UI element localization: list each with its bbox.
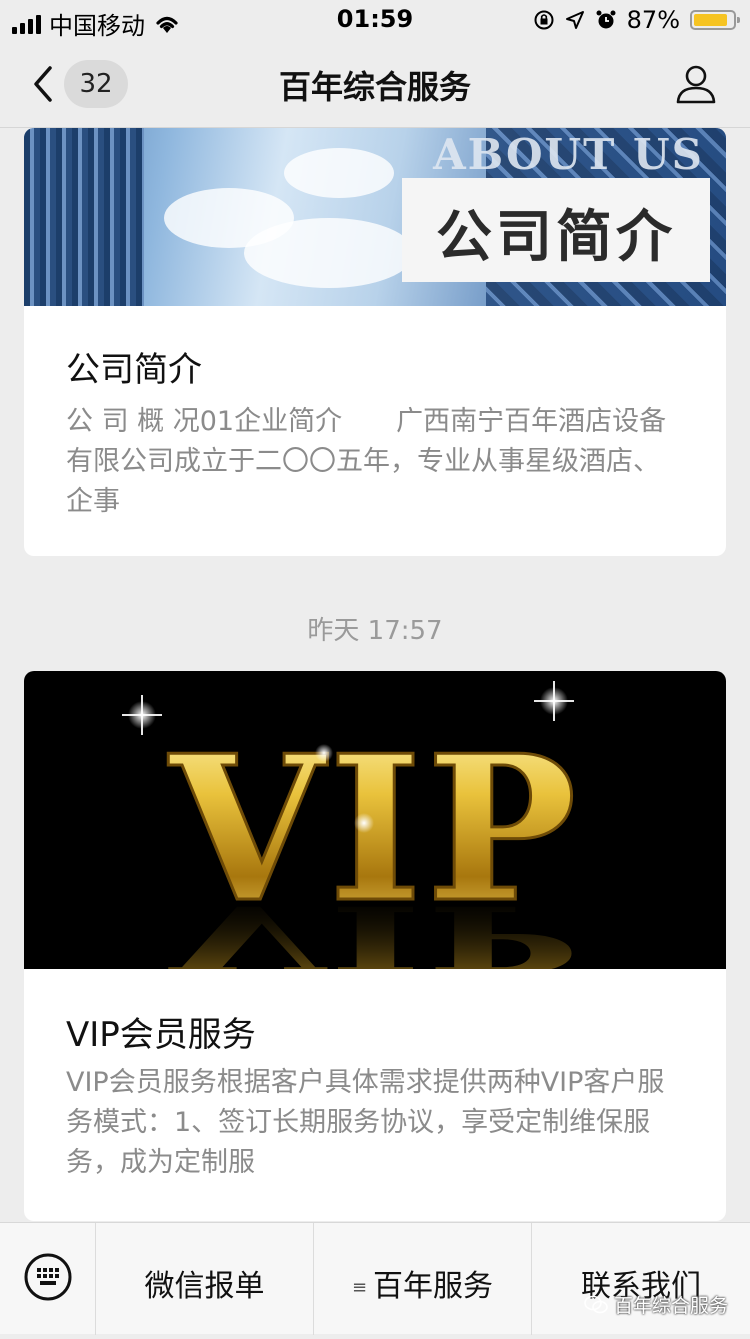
building-graphic (24, 128, 144, 306)
keyboard-icon (24, 1253, 72, 1301)
menu-item-contact[interactable]: 联系我们 (532, 1223, 750, 1335)
submenu-icon: ≡ (351, 1277, 368, 1298)
alarm-icon (596, 10, 616, 29)
location-arrow-icon (565, 11, 584, 29)
watermark-text: 百年综合服务 (613, 1295, 728, 1317)
account-watermark: 百年综合服务 (584, 1291, 728, 1318)
person-icon (676, 65, 716, 104)
article-title: 公司简介 (66, 350, 202, 390)
article-card-about[interactable]: ABOUT US 公司简介 公司简介 公 司 概 况01企业简介 广西南宁百年酒… (24, 128, 726, 556)
article-banner-image: ABOUT US 公司简介 (24, 128, 726, 306)
status-bar: 中国移动 01:59 87% (0, 0, 750, 40)
page-title: 百年综合服务 (278, 68, 471, 106)
article-banner-image: VIP VIP (24, 671, 726, 969)
bottom-menu: 微信报单 ≡ 百年服务 联系我们 百年综合服务 (0, 1222, 750, 1335)
banner-label-box: 公司简介 (402, 178, 710, 282)
article-summary: 公 司 概 况01企业简介 广西南宁百年酒店设备有限公司成立于二〇〇五年，专业从… (66, 406, 667, 517)
battery-icon (690, 10, 740, 30)
profile-button[interactable] (674, 62, 718, 106)
message-timestamp: 昨天 17:57 (307, 616, 443, 646)
menu-item-services[interactable]: ≡ 百年服务 (314, 1223, 532, 1335)
vip-reflection: VIP (168, 885, 580, 969)
menu-item-label: 百年服务 (373, 1269, 494, 1304)
keyboard-toggle-button[interactable] (0, 1223, 96, 1335)
article-card-vip[interactable]: VIP VIP VIP会员服务 VIP会员服务根据客户具体需求提供两种VIP客户… (24, 671, 726, 1221)
vip-graphic: VIP VIP (122, 681, 580, 969)
nav-bar: 32 百年综合服务 (0, 40, 750, 128)
banner-overlay-en: ABOUT US (433, 130, 704, 179)
status-right: 87% (533, 6, 740, 34)
banner-overlay-cn: 公司简介 (436, 204, 676, 270)
menu-item-label: 微信报单 (144, 1269, 265, 1304)
menu-item-wechat-report[interactable]: 微信报单 (96, 1223, 314, 1335)
article-summary: VIP会员服务根据客户具体需求提供两种VIP客户服务模式：1、签订长期服务协议，… (66, 1067, 665, 1178)
wechat-icon (584, 1295, 608, 1313)
orientation-lock-icon (534, 10, 554, 30)
article-title: VIP会员服务 (66, 1015, 256, 1055)
message-list[interactable]: ABOUT US 公司简介 公司简介 公 司 概 况01企业简介 广西南宁百年酒… (0, 128, 750, 1222)
battery-percent: 87% (626, 6, 680, 34)
battery-level (694, 14, 728, 26)
